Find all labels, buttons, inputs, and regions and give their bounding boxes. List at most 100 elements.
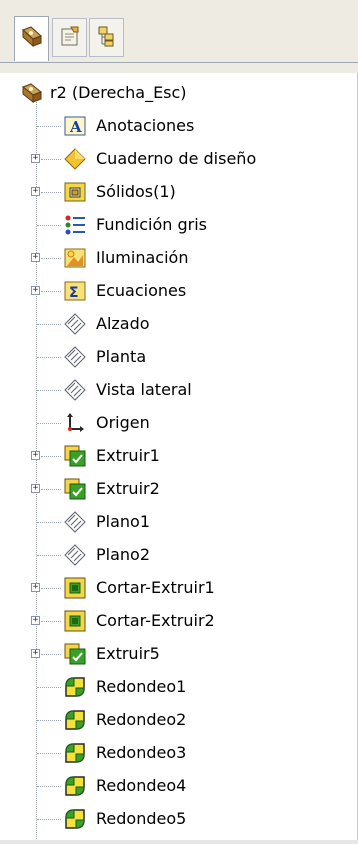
tree-item-label: Extruir1: [96, 446, 160, 465]
lighting-icon: [63, 246, 87, 270]
configurationmanager-tab[interactable]: [89, 18, 124, 57]
fillet-icon: [63, 675, 87, 699]
part-icon: [20, 81, 44, 105]
tree-item-fundicion-gris[interactable]: Fundición gris: [0, 209, 340, 242]
tree-branch-line: [37, 819, 61, 820]
tree-item-label: Sólidos(1): [96, 182, 176, 201]
fillet-icon: [63, 807, 87, 831]
tree-item-solidos[interactable]: + Sólidos(1): [0, 176, 340, 209]
tree-item-cortar-extruir2[interactable]: + Cortar-Extruir2: [0, 605, 340, 638]
extrude-icon: [63, 444, 87, 468]
tree-branch-line: [41, 291, 61, 292]
tree-branch-line: [37, 753, 61, 754]
tree-item-extruir1[interactable]: + Extruir1: [0, 440, 340, 473]
tree-item-ecuaciones[interactable]: + Σ Ecuaciones: [0, 275, 340, 308]
tree-branch-line: [37, 720, 61, 721]
tab-divider: [0, 62, 358, 63]
tree-branch-line: [41, 654, 61, 655]
tree-branch-line: [37, 555, 61, 556]
expand-toggle[interactable]: +: [31, 583, 40, 592]
tree-item-extruir5[interactable]: + Extruir5: [0, 638, 340, 671]
panel-bottom-edge: [0, 840, 358, 844]
tree-branch-line: [37, 522, 61, 523]
expand-toggle[interactable]: +: [31, 286, 40, 295]
tree-item-label: Redondeo1: [96, 677, 187, 696]
feature-manager-panel: r2 (Derecha_Esc) A Anotaciones + Cuadern…: [0, 0, 358, 844]
tree-item-plano1[interactable]: Plano1: [0, 506, 340, 539]
propertymanager-icon: [58, 24, 82, 52]
tree-item-label: Cortar-Extruir2: [96, 611, 215, 630]
tree-branch-line: [37, 786, 61, 787]
tree-item-label: Fundición gris: [96, 215, 207, 234]
tree-item-label: Redondeo5: [96, 809, 187, 828]
tree-branch-line: [37, 324, 61, 325]
tree-item-label: Plano2: [96, 545, 151, 564]
tree-item-redondeo2[interactable]: Redondeo2: [0, 704, 340, 737]
tree-branch-line: [41, 258, 61, 259]
expand-toggle[interactable]: +: [31, 451, 40, 460]
tree-item-iluminacion[interactable]: + Iluminación: [0, 242, 340, 275]
tree-branch-line: [41, 159, 61, 160]
expand-toggle[interactable]: +: [31, 154, 40, 163]
fillet-icon: [63, 741, 87, 765]
extrude-icon: [63, 477, 87, 501]
plane-icon: [63, 378, 87, 402]
tree-item-label: Redondeo4: [96, 776, 187, 795]
tree-root-item[interactable]: r2 (Derecha_Esc): [0, 77, 340, 110]
tree-item-redondeo4[interactable]: Redondeo4: [0, 770, 340, 803]
featuremanager-icon: [19, 24, 45, 54]
plane-icon: [63, 510, 87, 534]
expand-toggle[interactable]: +: [31, 187, 40, 196]
tree-branch-line: [37, 126, 61, 127]
tree-item-cuaderno-de-diseno[interactable]: + Cuaderno de diseño: [0, 143, 340, 176]
tree-item-label: Ecuaciones: [96, 281, 187, 300]
tree-item-origen[interactable]: Origen: [0, 407, 340, 440]
origin-icon: [63, 411, 87, 435]
tree-item-label: Vista lateral: [96, 380, 192, 399]
propertymanager-tab[interactable]: [52, 18, 87, 57]
tree-root-label: r2 (Derecha_Esc): [50, 83, 187, 102]
material-icon: [63, 213, 87, 237]
tree-item-redondeo1[interactable]: Redondeo1: [0, 671, 340, 704]
tree-item-label: Extruir5: [96, 644, 160, 663]
cut-extrude-icon: [63, 576, 87, 600]
tree-branch-line: [41, 192, 61, 193]
tree-item-redondeo5[interactable]: Redondeo5: [0, 803, 340, 836]
plane-icon: [63, 345, 87, 369]
tree-item-anotaciones[interactable]: A Anotaciones: [0, 110, 340, 143]
tree-item-label: Iluminación: [96, 248, 189, 267]
design-binder-icon: [63, 147, 87, 171]
panel-tab-bar: [0, 0, 358, 73]
tree-branch-line: [41, 621, 61, 622]
tree-branch-line: [37, 225, 61, 226]
annotations-icon: A: [63, 114, 87, 138]
plane-icon: [63, 312, 87, 336]
tree-item-label: Redondeo3: [96, 743, 187, 762]
expand-toggle[interactable]: +: [31, 253, 40, 262]
tree-item-alzado[interactable]: Alzado: [0, 308, 340, 341]
tree-item-plano2[interactable]: Plano2: [0, 539, 340, 572]
tree-branch-line: [41, 489, 61, 490]
tree-item-label: Anotaciones: [96, 116, 195, 135]
tree-item-redondeo3[interactable]: Redondeo3: [0, 737, 340, 770]
plane-icon: [63, 543, 87, 567]
tree-item-extruir2[interactable]: + Extruir2: [0, 473, 340, 506]
tree-item-cortar-extruir1[interactable]: + Cortar-Extruir1: [0, 572, 340, 605]
expand-toggle[interactable]: +: [31, 649, 40, 658]
configurationmanager-icon: [95, 24, 119, 52]
tree-item-label: Cortar-Extruir1: [96, 578, 215, 597]
tree-item-vista-lateral[interactable]: Vista lateral: [0, 374, 340, 407]
tree-item-label: Plano1: [96, 512, 151, 531]
tree-item-label: Redondeo2: [96, 710, 187, 729]
tree-branch-line: [41, 588, 61, 589]
svg-text:Σ: Σ: [69, 285, 79, 301]
expand-toggle[interactable]: +: [31, 616, 40, 625]
featuremanager-tab[interactable]: [14, 16, 49, 61]
fillet-icon: [63, 774, 87, 798]
fillet-icon: [63, 708, 87, 732]
tree-branch-line: [37, 423, 61, 424]
tree-item-label: Planta: [96, 347, 147, 366]
tree-branch-line: [37, 390, 61, 391]
tree-item-planta[interactable]: Planta: [0, 341, 340, 374]
expand-toggle[interactable]: +: [31, 484, 40, 493]
